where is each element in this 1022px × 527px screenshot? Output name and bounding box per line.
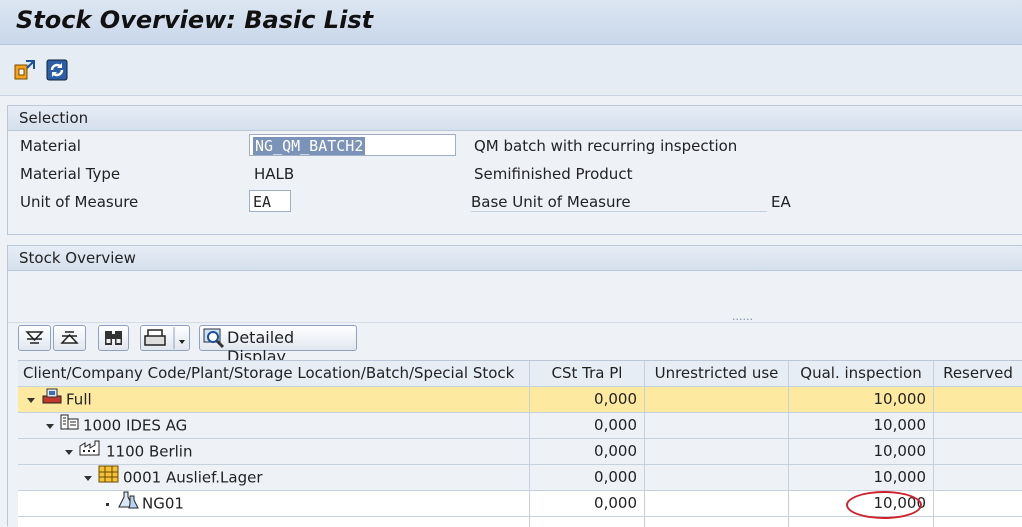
display-change-icon[interactable] xyxy=(14,59,36,81)
expand-arrow-icon[interactable] xyxy=(84,475,92,481)
cell-cst-tra-pl: 0,000 xyxy=(530,491,645,516)
tree-node[interactable]: NG01 xyxy=(18,491,530,516)
collapse-button[interactable] xyxy=(53,325,86,351)
refresh-icon[interactable] xyxy=(46,59,68,81)
expand-arrow-icon[interactable] xyxy=(27,397,35,403)
selection-header: Selection xyxy=(8,106,1022,131)
detailed-display-button[interactable]: Detailed Display xyxy=(199,325,357,366)
empty-cell xyxy=(530,517,645,527)
title-bar: Stock Overview: Basic List xyxy=(0,0,1022,45)
empty-cell xyxy=(645,517,789,527)
table-row[interactable]: 1000 IDES AG 0,000 10,000 xyxy=(18,413,1022,439)
find-button[interactable] xyxy=(98,325,129,351)
cell-unrestricted-use xyxy=(645,439,789,464)
annotation-circle xyxy=(846,491,922,519)
cell-unrestricted-use xyxy=(645,491,789,516)
tree-node-label: 1100 Berlin xyxy=(106,442,193,461)
column-header-qual-inspection[interactable]: Qual. inspection xyxy=(789,361,934,386)
cell-qual-inspection: 10,000 xyxy=(789,387,934,412)
material-description: QM batch with recurring inspection xyxy=(474,137,738,155)
cell-qual-inspection: 10,000 xyxy=(789,439,934,464)
cell-cst-tra-pl: 0,000 xyxy=(530,465,645,490)
material-field[interactable]: NG_QM_BATCH2 xyxy=(249,134,456,156)
expand-button[interactable] xyxy=(18,325,51,351)
column-header-cst-tra-pl[interactable]: CSt Tra Pl xyxy=(530,361,645,386)
expand-arrow-icon[interactable] xyxy=(46,423,54,429)
cell-unrestricted-use xyxy=(645,413,789,438)
tree-node[interactable]: 1000 IDES AG xyxy=(18,413,530,438)
cell-unrestricted-use xyxy=(645,465,789,490)
material-label: Material xyxy=(20,137,81,155)
table-row[interactable]: Full 0,000 10,000 xyxy=(18,387,1022,413)
printer-icon xyxy=(144,327,185,349)
tree-node[interactable]: Full xyxy=(18,387,530,412)
collapse-icon xyxy=(60,331,79,344)
expand-arrow-icon[interactable] xyxy=(65,449,73,455)
expand-icon xyxy=(25,331,44,344)
material-type-description: Semifinished Product xyxy=(474,165,633,183)
splitter[interactable] xyxy=(8,322,1022,323)
tree-node-label: NG01 xyxy=(142,494,184,513)
tree-node[interactable]: 0001 Auslief.Lager xyxy=(18,465,530,490)
cell-qual-inspection: 10,000 xyxy=(789,413,934,438)
column-header-unrestricted-use[interactable]: Unrestricted use xyxy=(645,361,789,386)
column-header-reserved[interactable]: Reserved xyxy=(934,361,1022,386)
print-button[interactable] xyxy=(140,325,190,351)
cell-reserved xyxy=(934,413,1022,438)
storage-location-icon xyxy=(98,465,120,490)
uom-label: Unit of Measure xyxy=(20,193,139,211)
empty-cell xyxy=(789,517,934,527)
plant-icon xyxy=(79,439,103,464)
cell-cst-tra-pl: 0,000 xyxy=(530,439,645,464)
stock-overview-header: Stock Overview xyxy=(8,246,1022,271)
material-value: NG_QM_BATCH2 xyxy=(253,137,366,155)
cell-reserved xyxy=(934,387,1022,412)
column-header-hierarchy[interactable]: Client/Company Code/Plant/Storage Locati… xyxy=(18,361,530,386)
tree-node-label: 1000 IDES AG xyxy=(83,416,188,435)
tree-node[interactable]: 1100 Berlin xyxy=(18,439,530,464)
cell-reserved xyxy=(934,491,1022,516)
client-icon xyxy=(41,387,63,412)
batch-flask-icon xyxy=(117,491,139,516)
cell-cst-tra-pl: 0,000 xyxy=(530,413,645,438)
binoculars-icon xyxy=(105,331,122,345)
base-uom-label: Base Unit of Measure xyxy=(471,193,767,212)
uom-field[interactable]: EA xyxy=(249,190,291,212)
cell-unrestricted-use xyxy=(645,387,789,412)
grid-header-row: Client/Company Code/Plant/Storage Locati… xyxy=(18,361,1022,387)
empty-row xyxy=(18,517,1022,527)
page-title: Stock Overview: Basic List xyxy=(16,6,374,34)
table-row[interactable]: 1100 Berlin 0,000 10,000 xyxy=(18,439,1022,465)
base-uom-value: EA xyxy=(771,193,791,211)
cell-cst-tra-pl: 0,000 xyxy=(530,387,645,412)
stock-tree-grid: Client/Company Code/Plant/Storage Locati… xyxy=(18,360,1022,527)
application-toolbar xyxy=(0,45,1022,96)
material-type-value: HALB xyxy=(254,165,295,183)
splitter-grip[interactable]: ...... xyxy=(732,310,753,323)
cell-qual-inspection: 10,000 xyxy=(789,465,934,490)
empty-cell xyxy=(18,517,530,527)
detail-magnifier-icon xyxy=(203,328,225,352)
cell-reserved xyxy=(934,439,1022,464)
material-type-label: Material Type xyxy=(20,165,121,183)
leaf-bullet-icon xyxy=(106,502,109,506)
table-row[interactable]: 0001 Auslief.Lager 0,000 10,000 xyxy=(18,465,1022,491)
tree-node-label: 0001 Auslief.Lager xyxy=(123,468,263,487)
cell-reserved xyxy=(934,465,1022,490)
company-code-icon xyxy=(60,413,80,438)
tree-node-label: Full xyxy=(66,390,92,409)
